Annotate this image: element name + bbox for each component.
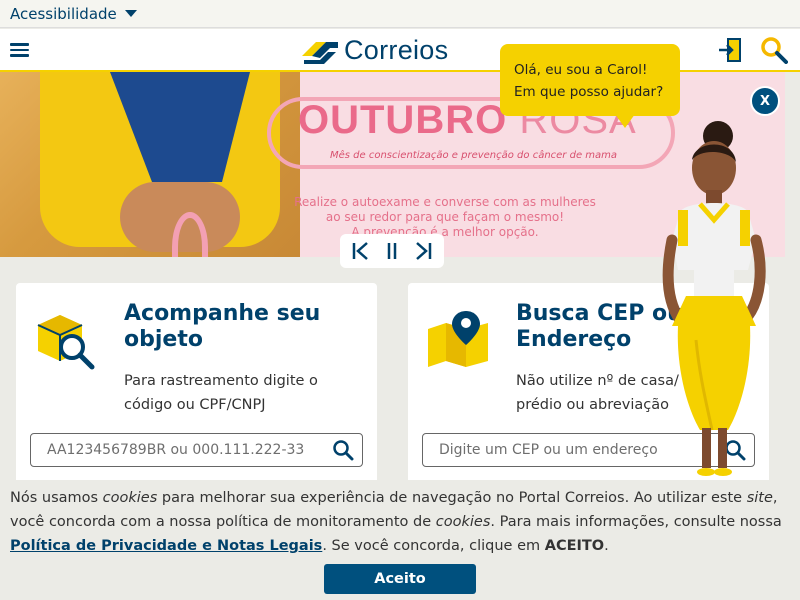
cookie-banner: Nós usamos cookies para melhorar sua exp…	[0, 480, 800, 600]
tracking-card: Acompanhe seu objeto Para rastreamento d…	[16, 283, 377, 498]
banner-subtitle: Mês de conscientização e prevenção do câ…	[330, 150, 618, 161]
banner-message: Realize o autoexame e converse com as mu…	[294, 195, 596, 239]
skip-forward-icon[interactable]	[412, 240, 434, 262]
accept-cookies-button[interactable]: Aceito	[324, 564, 476, 594]
package-search-icon	[37, 315, 95, 370]
accessibility-bar: Acessibilidade	[0, 0, 800, 28]
site-header: Correios	[0, 29, 800, 72]
chat-bubble[interactable]: Olá, eu sou a Carol! Em que posso ajudar…	[500, 44, 680, 128]
login-icon[interactable]	[717, 37, 743, 63]
tracking-title: Acompanhe seu objeto	[124, 301, 321, 352]
carousel-controls	[340, 234, 444, 268]
privacy-policy-link[interactable]: Política de Privacidade e Notas Legais	[10, 538, 322, 554]
skip-back-icon[interactable]	[350, 240, 372, 262]
chat-line-2: Em que posso ajudar?	[514, 84, 664, 100]
tracking-input-wrapper	[30, 433, 363, 467]
map-pin-icon	[428, 311, 488, 367]
chevron-down-icon[interactable]	[124, 10, 137, 17]
hamburger-icon[interactable]	[10, 43, 29, 57]
search-icon[interactable]	[332, 439, 354, 461]
search-icon[interactable]	[760, 36, 788, 64]
carol-avatar[interactable]	[656, 120, 776, 480]
cookie-text: Nós usamos cookies para melhorar sua exp…	[10, 490, 782, 554]
pause-icon[interactable]	[381, 240, 403, 262]
tracking-description: Para rastreamento digite o código ou CPF…	[124, 373, 318, 413]
tracking-input[interactable]	[47, 442, 327, 458]
chat-close-button[interactable]: X	[750, 86, 780, 116]
logo-text: Correios	[344, 34, 449, 65]
chat-line-1: Olá, eu sou a Carol!	[514, 62, 648, 78]
correios-logo-icon	[302, 42, 338, 64]
accessibility-dropdown[interactable]: Acessibilidade	[10, 5, 117, 23]
correios-logo[interactable]: Correios	[300, 34, 448, 66]
banner-photo	[0, 72, 300, 257]
